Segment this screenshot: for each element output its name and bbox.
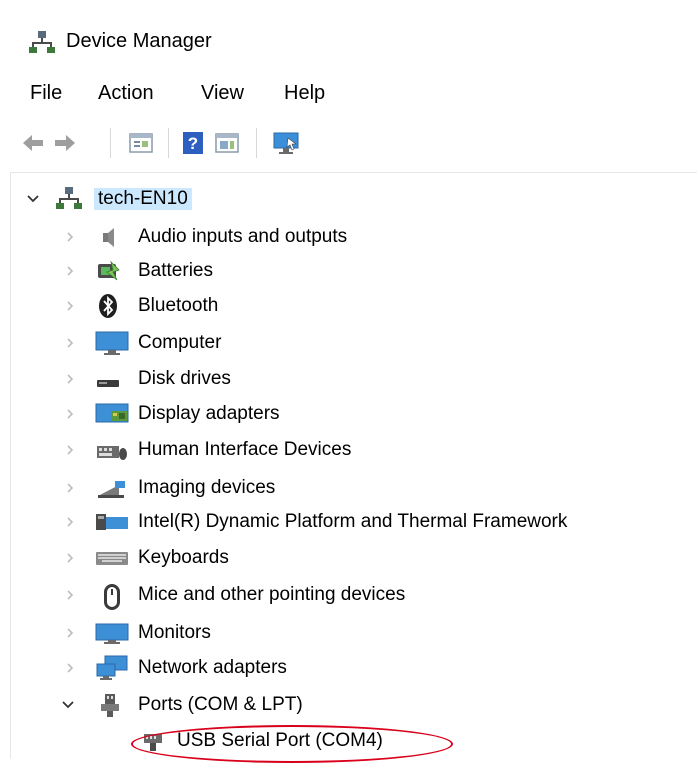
chevron-right-icon[interactable] xyxy=(62,335,78,351)
chevron-right-icon[interactable] xyxy=(62,550,78,566)
chevron-right-icon[interactable] xyxy=(62,298,78,314)
tree-item-hid[interactable]: Human Interface Devices xyxy=(0,433,697,467)
monitor-icon xyxy=(95,620,129,646)
chevron-down-icon[interactable] xyxy=(60,697,76,713)
menu-view[interactable]: View xyxy=(201,82,244,105)
tree-item-computer[interactable]: Computer xyxy=(0,326,697,360)
tree-item-disk-drives[interactable]: Disk drives xyxy=(0,362,697,396)
show-hide-icon[interactable] xyxy=(214,130,240,156)
title-bar: Device Manager xyxy=(0,0,697,72)
disk-drive-icon xyxy=(95,366,121,392)
toolbar-separator xyxy=(256,128,257,158)
hid-icon xyxy=(95,437,129,463)
svg-text:?: ? xyxy=(188,134,198,153)
battery-icon xyxy=(95,258,121,284)
tree-item-label: Network adapters xyxy=(138,657,287,678)
toolbar-separator xyxy=(168,128,169,158)
menu-action[interactable]: Action xyxy=(98,82,154,105)
tree-item-label: Intel(R) Dynamic Platform and Thermal Fr… xyxy=(138,511,568,532)
tree-item-batteries[interactable]: Batteries xyxy=(0,254,697,288)
help-icon[interactable]: ? xyxy=(180,130,206,156)
chevron-right-icon[interactable] xyxy=(62,229,78,245)
tree-root[interactable]: tech-EN10 xyxy=(0,182,697,216)
forward-icon[interactable] xyxy=(52,130,78,156)
chevron-right-icon[interactable] xyxy=(62,371,78,387)
tree-item-display-adapters[interactable]: Display adapters xyxy=(0,397,697,431)
tree-item-network[interactable]: Network adapters xyxy=(0,651,697,685)
tree-item-label: Keyboards xyxy=(138,547,229,568)
menu-bar: File Action View Help xyxy=(0,72,697,116)
mouse-icon xyxy=(99,582,125,610)
chevron-right-icon[interactable] xyxy=(62,263,78,279)
tree-item-intel-dptf[interactable]: Intel(R) Dynamic Platform and Thermal Fr… xyxy=(0,505,697,539)
tree-item-label: Audio inputs and outputs xyxy=(138,226,348,247)
toolbar: ? xyxy=(0,116,697,172)
tree-item-label: Imaging devices xyxy=(138,477,276,498)
tree-root-label: tech-EN10 xyxy=(94,188,192,210)
tree-item-label: Human Interface Devices xyxy=(138,439,352,460)
chevron-down-icon[interactable] xyxy=(25,191,41,207)
computer-icon xyxy=(95,330,129,356)
network-icon xyxy=(95,655,129,681)
keyboard-icon xyxy=(95,545,129,571)
tree-item-mice[interactable]: Mice and other pointing devices xyxy=(0,578,697,612)
bluetooth-icon xyxy=(95,293,121,319)
speaker-icon xyxy=(95,224,121,250)
tree-item-keyboards[interactable]: Keyboards xyxy=(0,541,697,575)
port-icon xyxy=(97,692,123,718)
device-manager-icon xyxy=(29,30,55,54)
tree-item-imaging[interactable]: Imaging devices xyxy=(0,471,697,505)
tree-item-label: Ports (COM & LPT) xyxy=(138,694,303,715)
chevron-right-icon[interactable] xyxy=(62,514,78,530)
chevron-right-icon[interactable] xyxy=(62,480,78,496)
highlight-annotation xyxy=(131,725,453,763)
tree-item-label: Batteries xyxy=(138,260,213,281)
tree-item-label: Bluetooth xyxy=(138,295,219,316)
toolbar-separator xyxy=(110,128,111,158)
computer-tree-icon xyxy=(56,186,82,212)
menu-help[interactable]: Help xyxy=(284,82,325,105)
back-icon[interactable] xyxy=(20,130,46,156)
window-title: Device Manager xyxy=(66,30,212,52)
chevron-right-icon[interactable] xyxy=(62,406,78,422)
menu-file[interactable]: File xyxy=(30,82,62,105)
tree-item-monitors[interactable]: Monitors xyxy=(0,616,697,650)
tree-item-label: Mice and other pointing devices xyxy=(138,584,406,605)
tree-item-bluetooth[interactable]: Bluetooth xyxy=(0,289,697,323)
display-adapter-icon xyxy=(95,401,129,427)
chip-icon xyxy=(95,509,129,535)
device-manager-window: Device Manager File Action View Help ? t… xyxy=(0,0,697,763)
camera-icon xyxy=(95,475,129,501)
tree-item-label: Computer xyxy=(138,332,222,353)
tree-item-label: Monitors xyxy=(138,622,211,643)
tree-item-audio[interactable]: Audio inputs and outputs xyxy=(0,220,697,254)
properties-icon[interactable] xyxy=(128,130,154,156)
chevron-right-icon[interactable] xyxy=(62,442,78,458)
monitor-scan-icon[interactable] xyxy=(272,130,299,156)
chevron-right-icon[interactable] xyxy=(62,660,78,676)
tree-item-label: Display adapters xyxy=(138,403,280,424)
tree-item-label: Disk drives xyxy=(138,368,231,389)
chevron-right-icon[interactable] xyxy=(62,625,78,641)
chevron-right-icon[interactable] xyxy=(62,587,78,603)
tree-item-ports[interactable]: Ports (COM & LPT) xyxy=(0,688,697,722)
